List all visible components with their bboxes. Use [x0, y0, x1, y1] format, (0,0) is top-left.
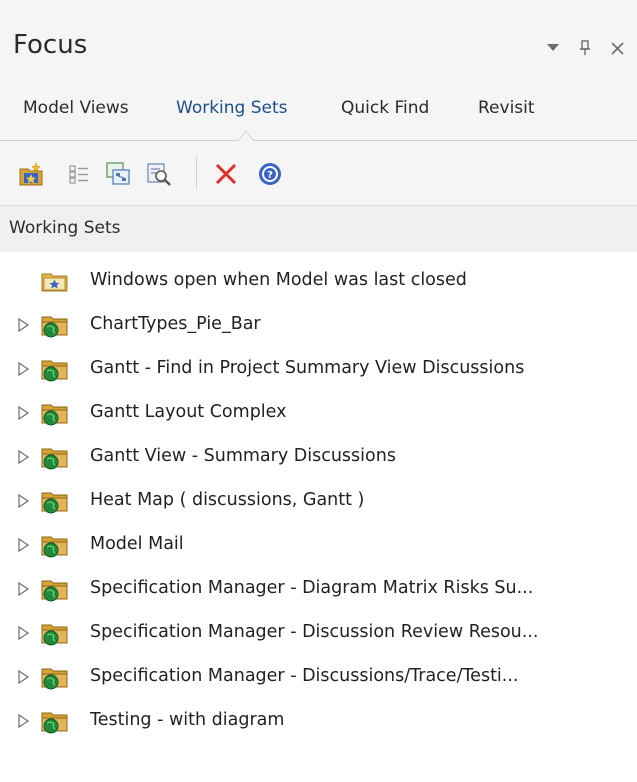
expand-arrow-icon[interactable]	[18, 318, 30, 332]
select-items-icon[interactable]	[66, 161, 92, 187]
expand-arrow-icon[interactable]	[18, 362, 30, 376]
open-diagrams-icon[interactable]	[105, 161, 131, 187]
tree-item-label: Gantt - Find in Project Summary View Dis…	[90, 358, 525, 378]
help-icon[interactable]: ?	[257, 161, 283, 187]
find-icon[interactable]	[146, 161, 172, 187]
svg-text:?: ?	[267, 170, 273, 181]
toolbar-separator	[196, 157, 197, 189]
tab-quick-find[interactable]: Quick Find	[341, 98, 429, 118]
tree-item[interactable]: Specification Manager - Discussion Revie…	[0, 610, 637, 654]
expand-arrow-icon[interactable]	[18, 582, 30, 596]
pin-icon[interactable]	[577, 40, 593, 56]
tree-item-label: Specification Manager - Diagram Matrix R…	[90, 578, 534, 598]
star-folder-icon	[41, 273, 68, 292]
tree-item[interactable]: Specification Manager - Discussions/Trac…	[0, 654, 637, 698]
tree-item-label: Gantt View - Summary Discussions	[90, 446, 396, 466]
tree-item-label: ChartTypes_Pie_Bar	[90, 314, 261, 334]
toolbar: ?	[0, 141, 637, 205]
tree-item[interactable]: Gantt Layout Complex	[0, 390, 637, 434]
expand-arrow-icon[interactable]	[18, 538, 30, 552]
tree-item-label: Gantt Layout Complex	[90, 402, 287, 422]
tree-item-label: Specification Manager - Discussion Revie…	[90, 622, 539, 642]
window-controls	[545, 40, 625, 56]
active-tab-indicator	[238, 130, 254, 142]
expand-arrow-icon[interactable]	[18, 494, 30, 508]
working-set-folder-icon	[41, 316, 68, 338]
tab-bar: Model Views Working Sets Quick Find Revi…	[0, 90, 637, 142]
working-set-folder-icon	[41, 448, 68, 470]
tab-working-sets[interactable]: Working Sets	[176, 98, 288, 118]
tree-item-last-closed-windows[interactable]: Windows open when Model was last closed	[0, 258, 637, 302]
working-sets-header: Working Sets	[0, 205, 637, 253]
working-set-folder-icon	[41, 404, 68, 426]
working-set-folder-icon	[41, 668, 68, 690]
section-label: Working Sets	[9, 218, 121, 238]
expand-arrow-icon[interactable]	[18, 714, 30, 728]
tree-item-label: Model Mail	[90, 534, 184, 554]
tree-item[interactable]: Testing - with diagram	[0, 698, 637, 742]
expand-arrow-icon[interactable]	[18, 450, 30, 464]
working-set-folder-icon	[41, 492, 68, 514]
tab-model-views[interactable]: Model Views	[23, 98, 129, 118]
working-set-folder-icon	[41, 360, 68, 382]
tree-item[interactable]: Model Mail	[0, 522, 637, 566]
expand-arrow-icon[interactable]	[18, 406, 30, 420]
tree-item[interactable]: Gantt - Find in Project Summary View Dis…	[0, 346, 637, 390]
tree-item-label: Specification Manager - Discussions/Trac…	[90, 666, 519, 686]
expand-arrow-icon[interactable]	[18, 626, 30, 640]
expand-arrow-icon[interactable]	[18, 670, 30, 684]
working-sets-tree: Windows open when Model was last closed …	[0, 252, 637, 782]
tree-item[interactable]: Specification Manager - Diagram Matrix R…	[0, 566, 637, 610]
working-set-folder-icon	[41, 624, 68, 646]
tree-item[interactable]: ChartTypes_Pie_Bar	[0, 302, 637, 346]
tree-item-label: Windows open when Model was last closed	[90, 270, 467, 290]
working-set-folder-icon	[41, 712, 68, 734]
tree-item[interactable]: Heat Map ( discussions, Gantt )	[0, 478, 637, 522]
close-icon[interactable]	[609, 40, 625, 56]
tree-item-label: Heat Map ( discussions, Gantt )	[90, 490, 365, 510]
focus-panel: Focus Model Views Working Sets Quick Fin…	[0, 0, 637, 782]
dropdown-arrow-icon[interactable]	[545, 40, 561, 56]
tree-item[interactable]: Gantt View - Summary Discussions	[0, 434, 637, 478]
panel-title: Focus	[13, 30, 88, 60]
delete-icon[interactable]	[213, 161, 239, 187]
tree-item-label: Testing - with diagram	[90, 710, 285, 730]
working-set-folder-icon	[41, 536, 68, 558]
panel-titlebar: Focus	[0, 0, 637, 90]
working-set-folder-icon	[41, 580, 68, 602]
tab-revisit[interactable]: Revisit	[478, 98, 535, 118]
new-working-set-icon[interactable]	[18, 161, 44, 187]
